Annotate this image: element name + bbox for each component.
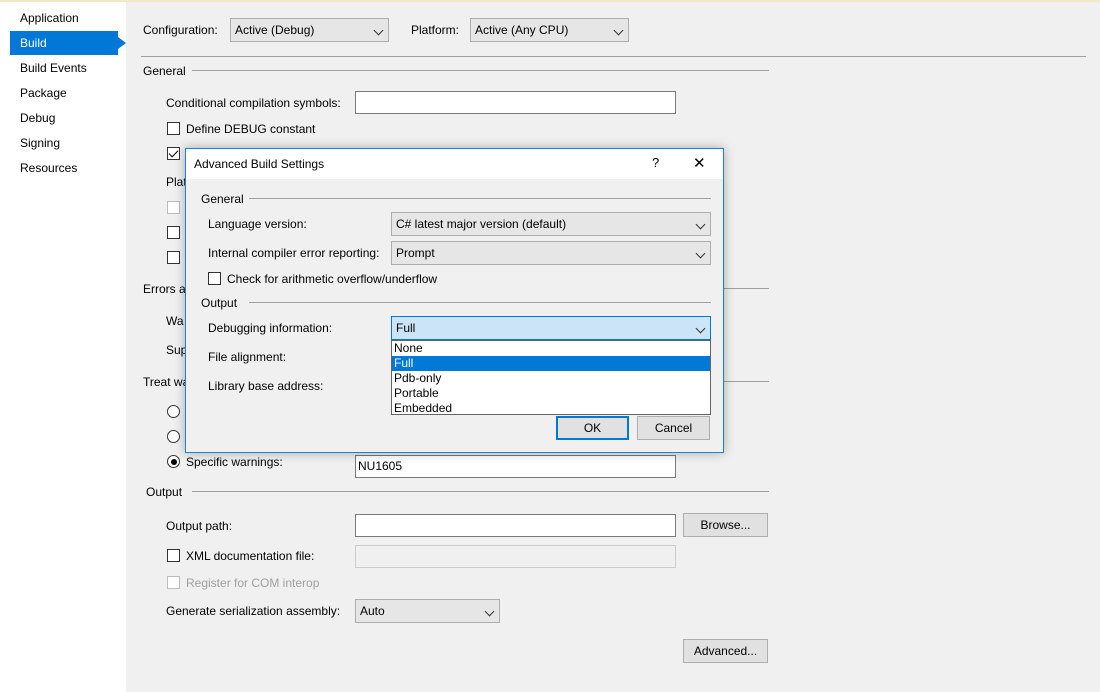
sidebar-item-label: Resources xyxy=(20,161,78,175)
debugging-information-label: Debugging information: xyxy=(208,321,333,335)
configuration-label: Configuration: xyxy=(143,23,218,37)
dialog-general-divider xyxy=(249,198,711,199)
sidebar: Application Build Build Events Package D… xyxy=(0,2,126,692)
file-alignment-label: File alignment: xyxy=(208,350,287,364)
specific-warnings-label: Specific warnings: xyxy=(186,455,283,469)
dialog-titlebar: Advanced Build Settings ? ✕ xyxy=(186,149,723,179)
cancel-button[interactable]: Cancel xyxy=(637,416,710,440)
serialization-select[interactable]: Auto xyxy=(355,599,500,623)
arithmetic-overflow-label: Check for arithmetic overflow/underflow xyxy=(227,272,438,286)
help-icon[interactable]: ? xyxy=(652,155,659,170)
treat-all-radio[interactable] xyxy=(167,430,180,443)
chevron-down-icon xyxy=(484,606,495,617)
general-section-header: General xyxy=(143,64,186,78)
warning-level-label-partial: Wa xyxy=(166,314,184,328)
define-debug-label: Define DEBUG constant xyxy=(186,122,316,136)
sidebar-item-label: Package xyxy=(20,86,67,100)
conditional-symbols-input[interactable] xyxy=(355,91,676,114)
errors-section-header-partial: Errors a xyxy=(143,282,186,296)
sidebar-item-label: Debug xyxy=(20,111,56,125)
serialization-value: Auto xyxy=(360,604,385,618)
output-section-divider xyxy=(192,491,769,492)
com-interop-checkbox[interactable] xyxy=(167,576,180,589)
dialog-general-header: General xyxy=(201,192,244,206)
close-icon[interactable]: ✕ xyxy=(693,154,706,172)
language-version-value: C# latest major version (default) xyxy=(396,217,567,231)
prefer-32bit-checkbox[interactable] xyxy=(167,201,180,214)
output-path-input[interactable] xyxy=(355,514,676,537)
platform-value: Active (Any CPU) xyxy=(475,23,569,37)
sidebar-item-application[interactable]: Application xyxy=(10,6,118,30)
chevron-down-icon xyxy=(373,25,384,36)
xml-documentation-input[interactable] xyxy=(355,545,676,568)
language-version-label: Language version: xyxy=(208,217,307,231)
chevron-down-icon xyxy=(695,219,706,230)
ok-button[interactable]: OK xyxy=(556,416,629,440)
serialization-label: Generate serialization assembly: xyxy=(166,604,341,618)
output-section-header: Output xyxy=(146,485,183,499)
sidebar-item-label: Build xyxy=(20,36,47,50)
optimize-code-checkbox[interactable] xyxy=(167,251,180,264)
advanced-button[interactable]: Advanced... xyxy=(683,639,768,663)
sidebar-item-label: Application xyxy=(20,11,79,25)
debugging-information-dropdown: None Full Pdb-only Portable Embedded xyxy=(391,340,711,415)
treat-specific-radio[interactable] xyxy=(167,455,180,468)
configuration-value: Active (Debug) xyxy=(235,23,315,37)
treat-warnings-divider xyxy=(722,381,769,382)
browse-button[interactable]: Browse... xyxy=(683,513,768,537)
sidebar-item-label: Build Events xyxy=(20,61,87,75)
sidebar-item-resources[interactable]: Resources xyxy=(10,156,118,180)
configuration-select[interactable]: Active (Debug) xyxy=(230,18,389,42)
compiler-error-reporting-value: Prompt xyxy=(396,246,435,260)
active-arrow-icon xyxy=(118,37,126,49)
dialog-title: Advanced Build Settings xyxy=(194,157,325,171)
sidebar-item-label: Signing xyxy=(20,136,61,150)
library-base-address-label: Library base address: xyxy=(208,379,324,393)
arithmetic-overflow-checkbox[interactable] xyxy=(208,272,221,285)
compiler-error-reporting-label: Internal compiler error reporting: xyxy=(208,246,380,260)
conditional-symbols-label: Conditional compilation symbols: xyxy=(166,96,341,110)
checkmark-icon xyxy=(168,147,179,158)
sidebar-item-build[interactable]: Build xyxy=(10,31,126,55)
debugging-information-select[interactable]: Full xyxy=(391,316,711,340)
treat-none-radio[interactable] xyxy=(167,405,180,418)
debugging-information-value: Full xyxy=(396,321,416,335)
dialog-output-divider xyxy=(249,302,711,303)
define-trace-checkbox[interactable] xyxy=(167,147,180,160)
window-top-border xyxy=(0,0,1100,2)
platform-select[interactable]: Active (Any CPU) xyxy=(470,18,629,42)
sidebar-item-build-events[interactable]: Build Events xyxy=(10,56,118,80)
toolbar-divider xyxy=(141,56,1086,57)
xml-documentation-checkbox[interactable] xyxy=(167,549,180,562)
platform-target-label-partial: Plat xyxy=(166,175,187,189)
language-version-select[interactable]: C# latest major version (default) xyxy=(391,212,711,236)
sidebar-item-debug[interactable]: Debug xyxy=(10,106,118,130)
radio-dot-icon xyxy=(170,458,177,465)
chevron-down-icon xyxy=(695,323,706,334)
treat-warnings-header-partial: Treat wa xyxy=(143,375,190,389)
specific-warnings-input[interactable]: NU1605 xyxy=(355,455,676,478)
com-interop-label: Register for COM interop xyxy=(186,576,320,590)
dropdown-option-embedded[interactable]: Embedded xyxy=(392,401,710,416)
output-path-label: Output path: xyxy=(166,519,233,533)
xml-documentation-label: XML documentation file: xyxy=(186,549,315,563)
allow-unsafe-checkbox[interactable] xyxy=(167,226,180,239)
dialog-output-header: Output xyxy=(201,296,238,310)
sidebar-item-package[interactable]: Package xyxy=(10,81,118,105)
define-debug-checkbox[interactable] xyxy=(167,122,180,135)
general-section-divider xyxy=(192,70,769,71)
dropdown-option-portable[interactable]: Portable xyxy=(392,386,710,401)
compiler-error-reporting-select[interactable]: Prompt xyxy=(391,241,711,265)
dropdown-option-full[interactable]: Full xyxy=(392,356,710,371)
platform-label: Platform: xyxy=(411,23,460,37)
dropdown-option-pdb-only[interactable]: Pdb-only xyxy=(392,371,710,386)
sidebar-item-signing[interactable]: Signing xyxy=(10,131,118,155)
errors-section-divider xyxy=(722,288,769,289)
dropdown-option-none[interactable]: None xyxy=(392,341,710,356)
chevron-down-icon xyxy=(695,248,706,259)
chevron-down-icon xyxy=(613,25,624,36)
